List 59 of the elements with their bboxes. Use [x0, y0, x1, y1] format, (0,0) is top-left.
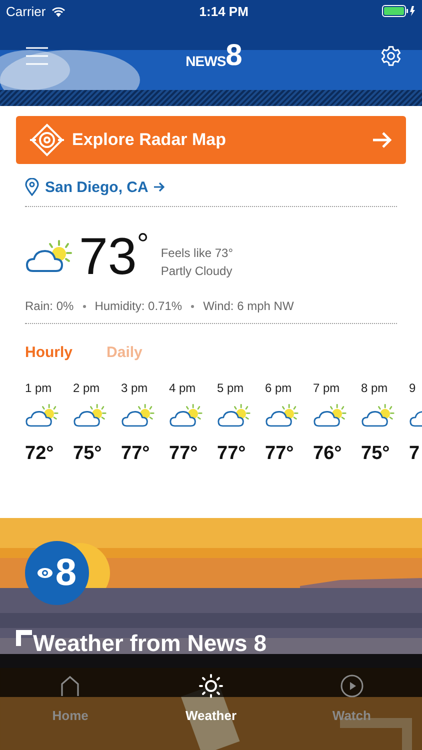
- eye-icon: [37, 567, 54, 579]
- location-link[interactable]: San Diego, CA: [25, 178, 166, 196]
- tab-bar-item[interactable]: Watch: [281, 654, 422, 750]
- hour-label: 2 pm: [73, 381, 101, 395]
- hour-temperature: 77°: [121, 443, 151, 465]
- separator-dot: [191, 304, 194, 308]
- battery-icon: [382, 5, 416, 17]
- carrier-label: Carrier: [6, 4, 46, 18]
- tab-bar-item[interactable]: Weather: [140, 654, 282, 750]
- corner-bracket-icon: [16, 630, 32, 646]
- arrow-right-icon: [372, 131, 392, 149]
- partly-cloudy-icon: [313, 403, 347, 429]
- partly-cloudy-icon: [25, 403, 59, 429]
- story-title: Weather from News 8: [33, 630, 266, 657]
- tab-bar-item[interactable]: Home: [0, 654, 141, 750]
- feels-like-text: Feels like 73°: [160, 246, 234, 260]
- hour-temperature: 76°: [313, 443, 343, 465]
- weather-detail: Rain: 0%: [25, 299, 74, 313]
- radar-map-button[interactable]: Explore Radar Map: [16, 116, 406, 164]
- partly-cloudy-icon: [169, 403, 203, 429]
- hour-temperature: 7: [409, 443, 421, 465]
- hour-temperature: 75°: [73, 443, 103, 465]
- hour-label: 5 pm: [217, 381, 245, 395]
- menu-icon[interactable]: [26, 47, 48, 65]
- hour-label: 6 pm: [265, 381, 293, 395]
- weather-detail: Wind: 6 mph NW: [203, 299, 294, 313]
- forecast-tab[interactable]: Hourly: [25, 344, 73, 361]
- partly-cloudy-icon: [265, 403, 299, 429]
- partly-cloudy-icon: [361, 403, 395, 429]
- hour-temperature: 77°: [265, 443, 295, 465]
- settings-icon[interactable]: [380, 45, 402, 67]
- weather-detail: Humidity: 0.71%: [94, 299, 182, 313]
- hour-label: 9: [409, 381, 417, 395]
- hour-temperature: 72°: [25, 443, 55, 465]
- arrow-right-icon: [154, 182, 166, 192]
- partly-cloudy-icon: [73, 403, 107, 429]
- wifi-icon: [50, 6, 66, 16]
- hour-label: 7 pm: [313, 381, 341, 395]
- logo-numeral: 8: [226, 43, 242, 69]
- hour-label: 3 pm: [121, 381, 149, 395]
- hour-temperature: 77°: [169, 443, 199, 465]
- hour-label: 8 pm: [361, 381, 389, 395]
- forecast-tab[interactable]: Daily: [106, 344, 142, 361]
- partly-cloudy-icon: [25, 239, 73, 275]
- hour-label: 4 pm: [169, 381, 197, 395]
- partly-cloudy-icon: [121, 403, 155, 429]
- play-icon: [340, 674, 364, 698]
- partly-cloudy-icon: [217, 403, 251, 429]
- hour-label: 1 pm: [25, 381, 53, 395]
- clock-time: 1:14 PM: [199, 4, 248, 18]
- current-temperature: 73°: [79, 229, 149, 285]
- sun-icon: [199, 674, 223, 698]
- hour-temperature: 75°: [361, 443, 391, 465]
- hour-temperature: 77°: [217, 443, 247, 465]
- condition-text: Partly Cloudy: [160, 264, 234, 278]
- logo-text: NEWS: [186, 53, 226, 69]
- radar-icon: [30, 123, 64, 157]
- location-pin-icon: [25, 178, 39, 196]
- separator-dot: [82, 304, 86, 308]
